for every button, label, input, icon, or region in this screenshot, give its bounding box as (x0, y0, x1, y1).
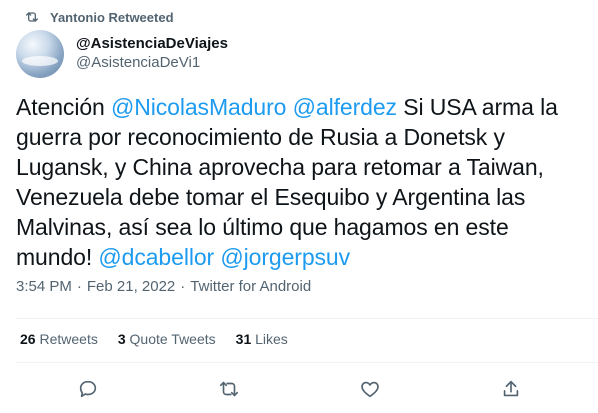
quote-tweets-label: Quote Tweets (129, 331, 216, 347)
meta-separator: · (76, 278, 82, 295)
retweet-icon[interactable] (218, 378, 240, 400)
retweets-count: 26 (20, 331, 36, 347)
tweet-meta: 3:54 PM · Feb 21, 2022 · Twitter for And… (16, 278, 311, 295)
mention-link[interactable]: @jorgerpsuv (220, 244, 350, 270)
tweet-text-segment: Atención (16, 94, 111, 120)
action-bar (0, 374, 598, 404)
retweets-label: Retweets (39, 331, 98, 347)
like-icon[interactable] (359, 378, 381, 400)
avatar[interactable] (16, 30, 64, 78)
divider (16, 318, 598, 319)
quote-tweets-stat[interactable]: 3 Quote Tweets (118, 331, 216, 347)
likes-label: Likes (255, 331, 288, 347)
quote-tweets-count: 3 (117, 331, 126, 347)
mention-link[interactable]: @dcabellor (98, 244, 214, 270)
meta-separator: · (180, 278, 186, 295)
tweet-date[interactable]: Feb 21, 2022 (87, 278, 175, 295)
share-icon[interactable] (500, 378, 522, 400)
likes-stat[interactable]: 31 Likes (236, 331, 288, 347)
retweet-header-label: Yantonio Retweeted (50, 9, 174, 25)
mention-link[interactable]: @NicolasMaduro (111, 94, 286, 120)
retweet-header[interactable]: Yantonio Retweeted (24, 8, 174, 26)
mention-link[interactable]: @alferdez (293, 94, 397, 120)
retweets-stat[interactable]: 26 Retweets (20, 331, 98, 347)
divider (16, 362, 598, 363)
tweet-time[interactable]: 3:54 PM (16, 278, 72, 295)
engagement-stats: 26 Retweets 3 Quote Tweets 31 Likes (20, 331, 288, 347)
reply-icon[interactable] (77, 378, 99, 400)
handle[interactable]: @AsistenciaDeVi1 (76, 53, 228, 72)
retweet-icon (24, 9, 40, 25)
author-block[interactable]: @AsistenciaDeViajes @AsistenciaDeVi1 (76, 34, 228, 72)
tweet-text: Atención @NicolasMaduro @alferdez Si USA… (16, 92, 588, 272)
tweet-source[interactable]: Twitter for Android (190, 278, 311, 295)
likes-count: 31 (235, 331, 252, 347)
display-name[interactable]: @AsistenciaDeViajes (76, 34, 228, 53)
